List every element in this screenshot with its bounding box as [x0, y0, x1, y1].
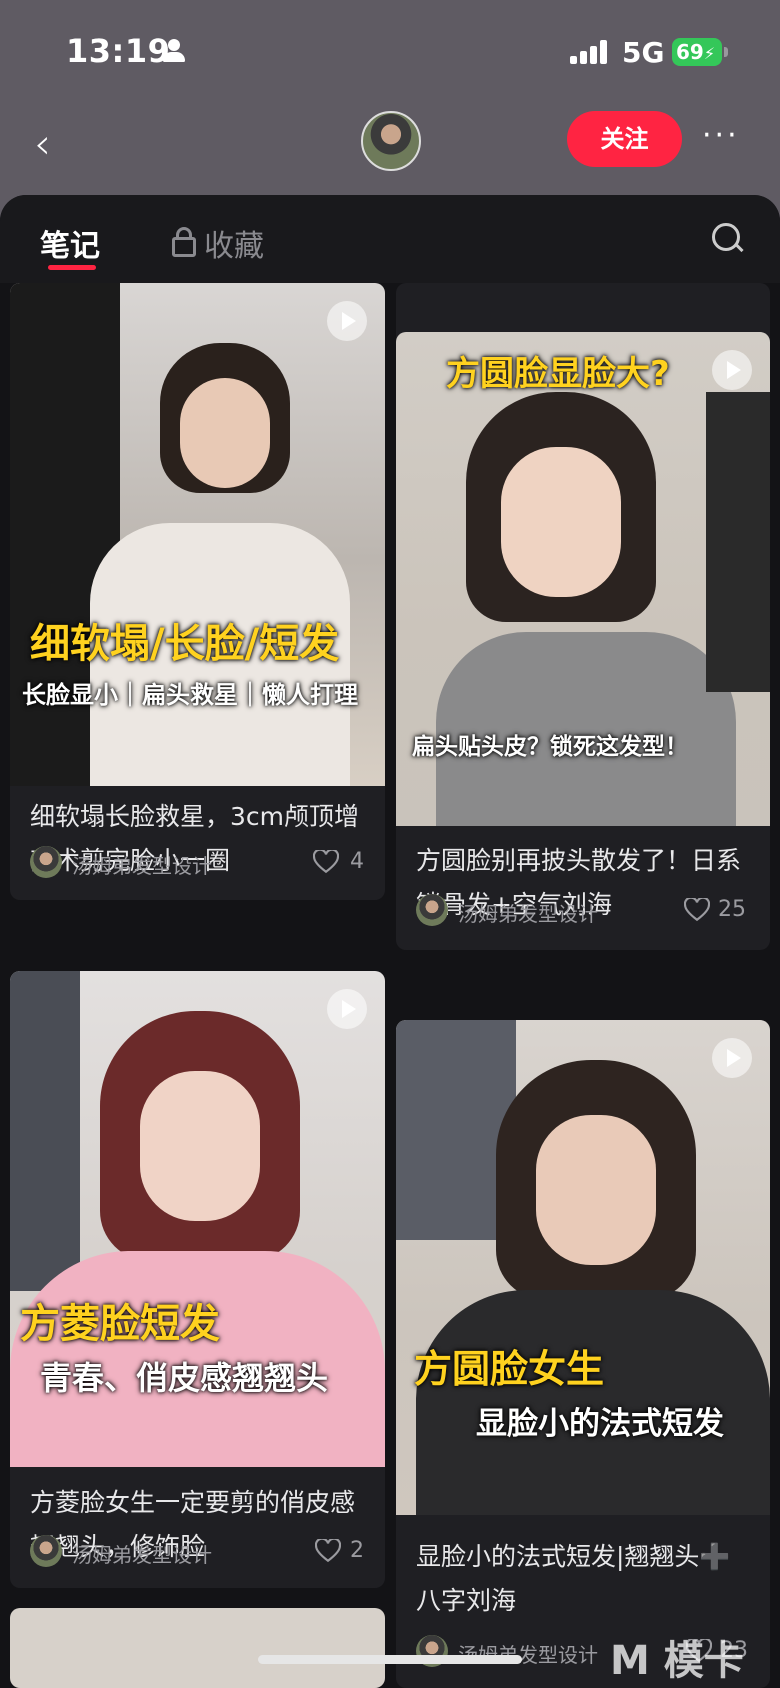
heart-icon[interactable]: [313, 850, 339, 874]
cover-subcaption: 青春、俏皮感翘翘头: [40, 1359, 329, 1397]
profile-header: ‹ 关注 ···: [0, 100, 780, 195]
stylist-figure: [706, 392, 770, 692]
author-avatar: [30, 1535, 62, 1567]
note-card[interactable]: [10, 1608, 385, 1688]
cover-subcaption: 扁头贴头皮？锁死这发型！: [412, 734, 688, 760]
cover-subcaption: 显脸小的法式短发: [476, 1406, 724, 1442]
person-icon: [163, 39, 185, 63]
note-card[interactable]: 方菱脸短发 青春、俏皮感翘翘头 方菱脸女生一定要剪的俏皮感翘翘头，修饰脸 汤姆弟…: [10, 971, 385, 1588]
author-avatar: [416, 894, 448, 926]
search-icon[interactable]: [712, 223, 744, 255]
note-cover-image[interactable]: [10, 1608, 385, 1688]
network-type: 5G: [622, 36, 665, 69]
like-count: 25: [718, 897, 746, 922]
battery-icon: 69⚡: [672, 38, 722, 66]
battery-level: 69: [676, 40, 704, 64]
heart-icon[interactable]: [315, 1539, 341, 1563]
author-name: 汤姆弟发型设计: [72, 1543, 212, 1567]
face-shape: [501, 447, 621, 597]
lock-icon: [172, 225, 196, 257]
heart-icon[interactable]: [684, 898, 710, 922]
home-indicator[interactable]: [258, 1655, 522, 1664]
face-shape: [180, 378, 270, 488]
signal-icon: [570, 40, 608, 64]
cover-caption: 方圆脸女生: [414, 1347, 605, 1391]
face-shape: [536, 1115, 656, 1265]
like-count: 4: [350, 849, 364, 874]
status-time: 13:19: [66, 32, 171, 70]
tab-bar: 笔记 收藏: [0, 195, 780, 283]
tab-active-indicator: [48, 265, 96, 270]
tab-collections[interactable]: 收藏: [204, 221, 264, 265]
author-avatar: [30, 846, 62, 878]
play-icon: [327, 301, 367, 341]
play-icon: [327, 989, 367, 1029]
note-card[interactable]: 细软塌/长脸/短发 长脸显小｜扁头救星｜懒人打理 细软塌长脸救星，3cm颅顶增高…: [10, 283, 385, 900]
note-card[interactable]: 方圆脸显脸大? 扁头贴头皮？锁死这发型！ 方圆脸别再披头散发了！日系锁骨发+空气…: [396, 332, 770, 950]
watermark: M 模卡: [610, 1638, 744, 1684]
content-sheet: 笔记 收藏 汤姆弟发型设计 2 细软塌/长脸/短发 长脸显小｜扁头救星｜懒人打理…: [0, 195, 780, 1688]
follow-button[interactable]: 关注: [567, 111, 682, 167]
play-icon: [712, 350, 752, 390]
cover-caption: 方菱脸短发: [20, 1301, 220, 1347]
author-name: 汤姆弟发型设计: [72, 854, 212, 878]
cover-subcaption: 长脸显小｜扁头救星｜懒人打理: [22, 681, 358, 709]
tab-notes[interactable]: 笔记: [40, 221, 100, 265]
note-cover-image[interactable]: [10, 283, 385, 786]
like-count: 2: [350, 1538, 364, 1563]
cover-caption: 方圆脸显脸大?: [446, 354, 670, 394]
cover-caption: 细软塌/长脸/短发: [30, 621, 340, 667]
more-icon[interactable]: ···: [702, 118, 740, 153]
battery-tip: [724, 47, 728, 57]
back-icon[interactable]: ‹: [34, 122, 78, 166]
face-shape: [140, 1071, 260, 1221]
profile-avatar[interactable]: [361, 111, 421, 171]
note-card[interactable]: 方圆脸女生 显脸小的法式短发 显脸小的法式短发|翘翘头➕八字刘海 汤姆弟发型设计…: [396, 1020, 770, 1688]
stylist-figure: [10, 971, 80, 1291]
author-name: 汤姆弟发型设计: [458, 902, 598, 926]
note-title: 显脸小的法式短发|翘翘头➕八字刘海: [416, 1542, 731, 1615]
play-icon: [712, 1038, 752, 1078]
status-bar: 13:19 5G 69⚡: [0, 0, 780, 100]
